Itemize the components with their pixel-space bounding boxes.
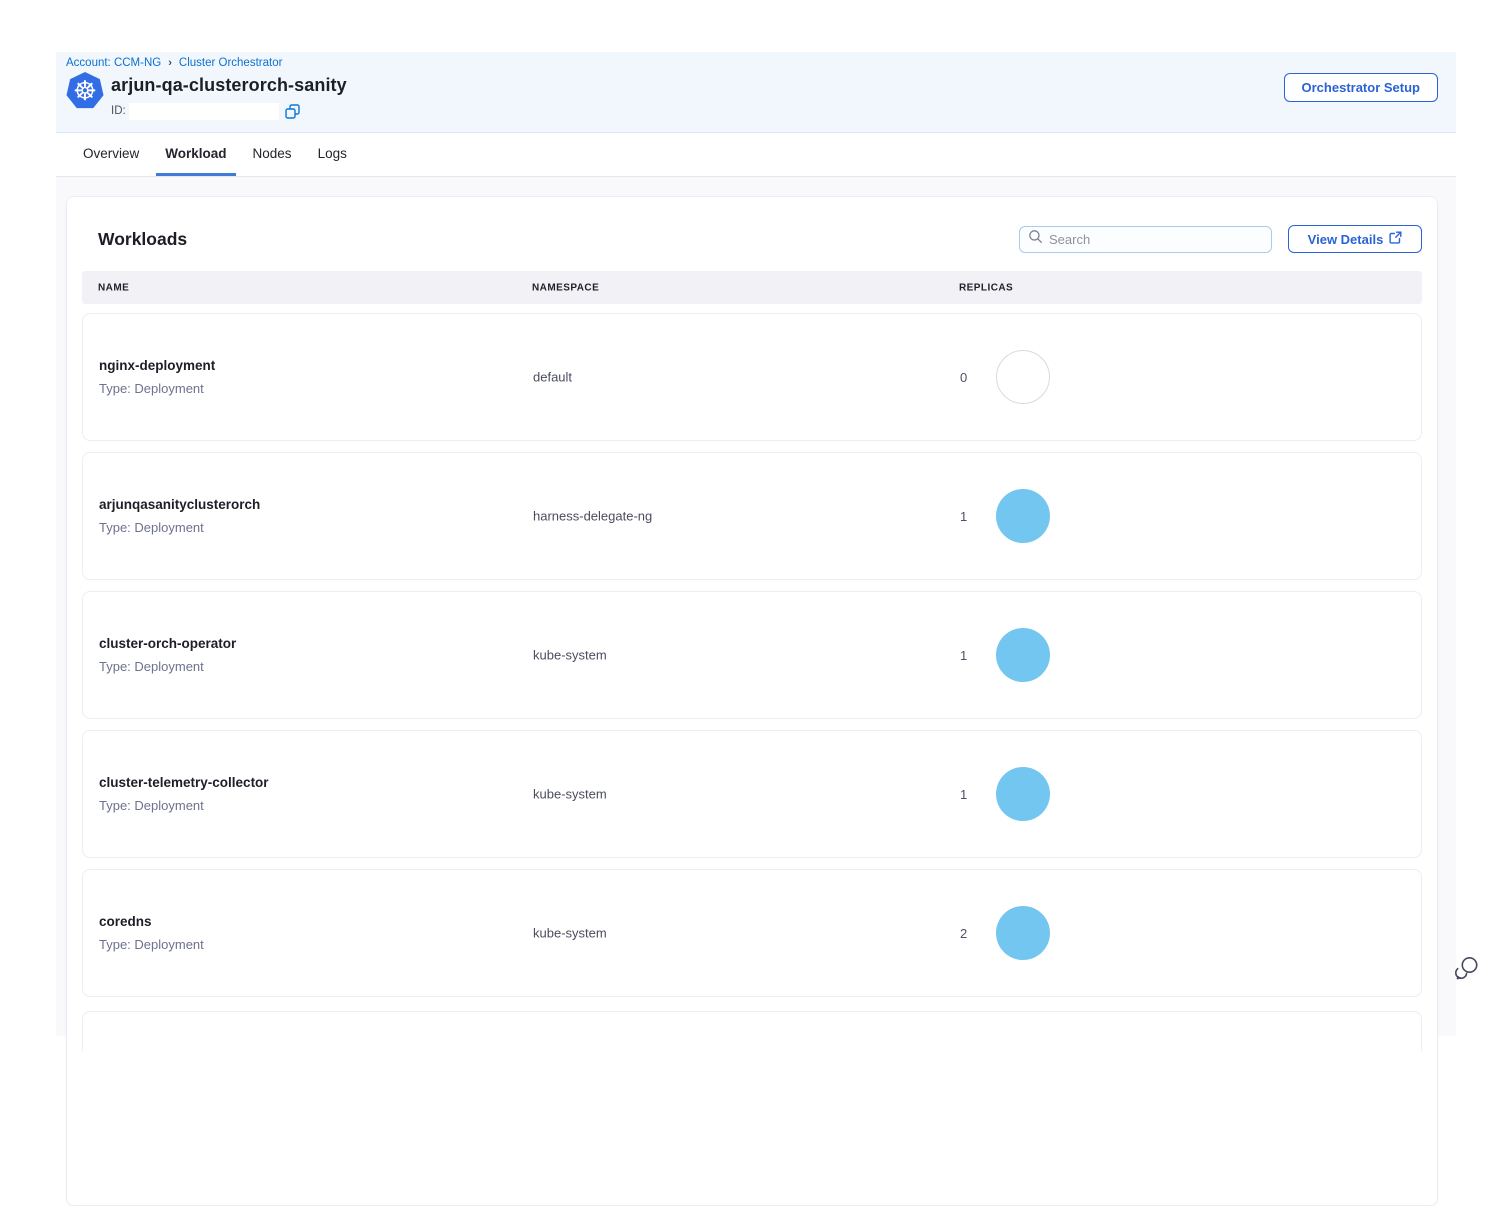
app-frame: Account: CCM-NG › Cluster Orchestrator ☸… [56,52,1456,1036]
replica-block: 1 [960,767,1050,821]
workload-namespace: default [533,370,572,385]
external-link-icon [1389,231,1402,247]
replica-block: 1 [960,489,1050,543]
replica-status-circle [996,350,1050,404]
workload-type: Type: Deployment [99,659,236,674]
replica-count: 1 [960,648,972,663]
replica-count: 1 [960,509,972,524]
cluster-id-row: ID: [111,102,301,120]
replica-block: 2 [960,906,1050,960]
replica-block: 1 [960,628,1050,682]
tab-logs[interactable]: Logs [309,133,356,176]
page-header: Account: CCM-NG › Cluster Orchestrator ☸… [56,52,1456,133]
workload-name: nginx-deployment [99,358,215,373]
workload-namespace: kube-system [533,926,607,941]
workload-name-block: cluster-telemetry-collector Type: Deploy… [99,775,269,813]
tab-overview[interactable]: Overview [74,133,148,176]
table-row-partial[interactable] [82,1011,1422,1051]
replica-status-circle [996,628,1050,682]
breadcrumb-separator-icon: › [168,57,172,69]
table-row[interactable]: arjunqasanityclusterorch Type: Deploymen… [82,452,1422,580]
workload-namespace: kube-system [533,648,607,663]
column-header-namespace: NAMESPACE [532,282,599,293]
workload-type: Type: Deployment [99,381,215,396]
search-box[interactable] [1019,226,1272,253]
workload-name-block: coredns Type: Deployment [99,914,204,952]
workload-namespace: kube-system [533,787,607,802]
view-details-button[interactable]: View Details [1288,225,1422,253]
content-area: Workloads View Details [56,177,1456,1036]
tab-bar: OverviewWorkloadNodesLogs [56,133,1456,177]
table-row[interactable]: cluster-orch-operator Type: Deployment k… [82,591,1422,719]
workload-type: Type: Deployment [99,520,260,535]
workload-namespace: harness-delegate-ng [533,509,652,524]
id-label: ID: [111,105,126,117]
workloads-title: Workloads [98,229,187,250]
page-title: arjun-qa-clusterorch-sanity [111,75,347,96]
workload-name-block: arjunqasanityclusterorch Type: Deploymen… [99,497,260,535]
breadcrumb-cluster-orchestrator[interactable]: Cluster Orchestrator [179,57,283,69]
replica-count: 1 [960,787,972,802]
workload-name-block: cluster-orch-operator Type: Deployment [99,636,236,674]
search-icon [1028,229,1043,249]
workload-type: Type: Deployment [99,798,269,813]
replica-status-circle [996,906,1050,960]
workload-name: arjunqasanityclusterorch [99,497,260,512]
replica-block: 0 [960,350,1050,404]
table-row[interactable]: coredns Type: Deployment kube-system 2 [82,869,1422,997]
table-row[interactable]: nginx-deployment Type: Deployment defaul… [82,313,1422,441]
workloads-card-header: Workloads View Details [82,197,1422,271]
replica-status-circle [996,767,1050,821]
column-header-replicas: REPLICAS [959,282,1013,293]
workload-name: cluster-orch-operator [99,636,236,651]
view-details-label: View Details [1308,232,1384,247]
column-header-name: NAME [98,282,129,293]
tab-workload[interactable]: Workload [156,133,235,176]
chat-bubbles-icon[interactable] [1452,953,1482,983]
replica-status-circle [996,489,1050,543]
breadcrumb-account[interactable]: Account: CCM-NG [66,57,161,69]
id-value-redacted [129,103,279,120]
workload-name-block: nginx-deployment Type: Deployment [99,358,215,396]
replica-count: 2 [960,926,972,941]
workloads-card: Workloads View Details [66,196,1438,1206]
table-row[interactable]: cluster-telemetry-collector Type: Deploy… [82,730,1422,858]
workloads-table-body: nginx-deployment Type: Deployment defaul… [82,313,1422,997]
tab-nodes[interactable]: Nodes [244,133,301,176]
kubernetes-helm-glyph: ☸ [73,78,97,105]
workload-type: Type: Deployment [99,937,204,952]
workload-name: cluster-telemetry-collector [99,775,269,790]
orchestrator-setup-button[interactable]: Orchestrator Setup [1284,73,1438,102]
table-header: NAME NAMESPACE REPLICAS [82,271,1422,304]
breadcrumb: Account: CCM-NG › Cluster Orchestrator [66,57,282,69]
kubernetes-icon: ☸ [66,72,104,110]
search-input[interactable] [1049,232,1263,247]
copy-icon[interactable] [285,103,301,119]
replica-count: 0 [960,370,972,385]
workload-name: coredns [99,914,204,929]
